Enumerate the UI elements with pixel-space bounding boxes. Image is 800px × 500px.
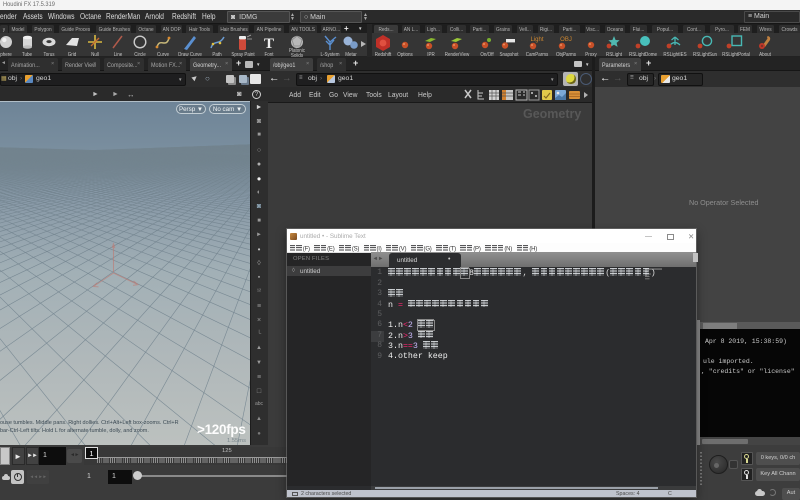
- svg-text:T: T: [264, 36, 274, 52]
- svg-text:OBJ: OBJ: [560, 37, 572, 43]
- svg-text:Light: Light: [530, 37, 543, 43]
